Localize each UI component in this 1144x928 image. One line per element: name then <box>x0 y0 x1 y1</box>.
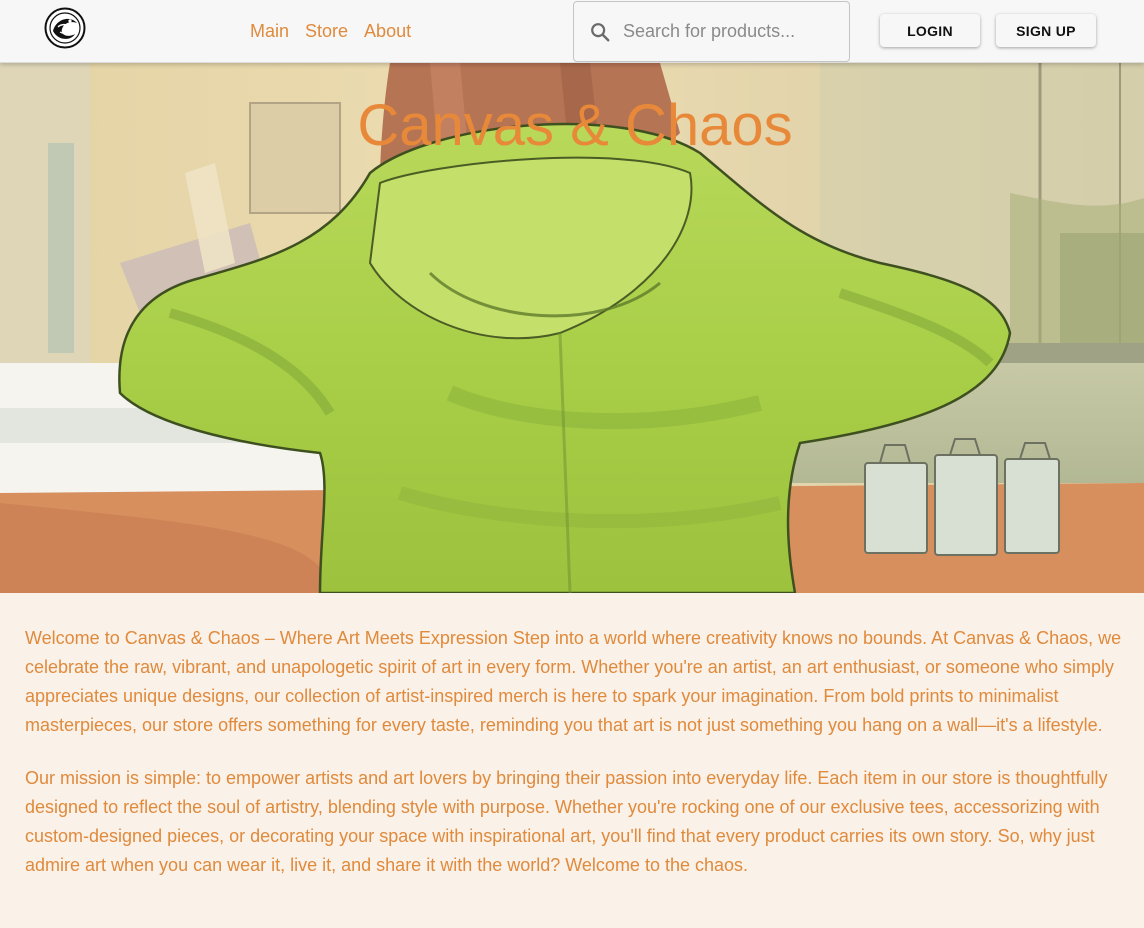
nav-link-about[interactable]: About <box>364 19 411 43</box>
top-app-bar: Main Store About LOGIN SIGN UP <box>0 0 1144 63</box>
signup-button[interactable]: SIGN UP <box>996 14 1096 47</box>
nav-link-store[interactable]: Store <box>305 19 348 43</box>
mission-paragraph: Our mission is simple: to empower artist… <box>25 768 1108 875</box>
intro-paragraph: Welcome to Canvas & Chaos – Where Art Me… <box>25 628 1122 735</box>
main-nav: Main Store About <box>250 19 411 43</box>
hero-banner: Canvas & Chaos <box>0 63 1144 593</box>
nav-link-main[interactable]: Main <box>250 19 289 43</box>
login-button[interactable]: LOGIN <box>880 14 980 47</box>
search-input[interactable] <box>621 20 841 43</box>
hero-title: Canvas & Chaos <box>357 93 793 158</box>
search-icon <box>591 22 610 41</box>
brand-logo-icon[interactable] <box>44 7 86 49</box>
about-content: Welcome to Canvas & Chaos – Where Art Me… <box>25 624 1125 904</box>
search-box[interactable] <box>573 1 850 62</box>
